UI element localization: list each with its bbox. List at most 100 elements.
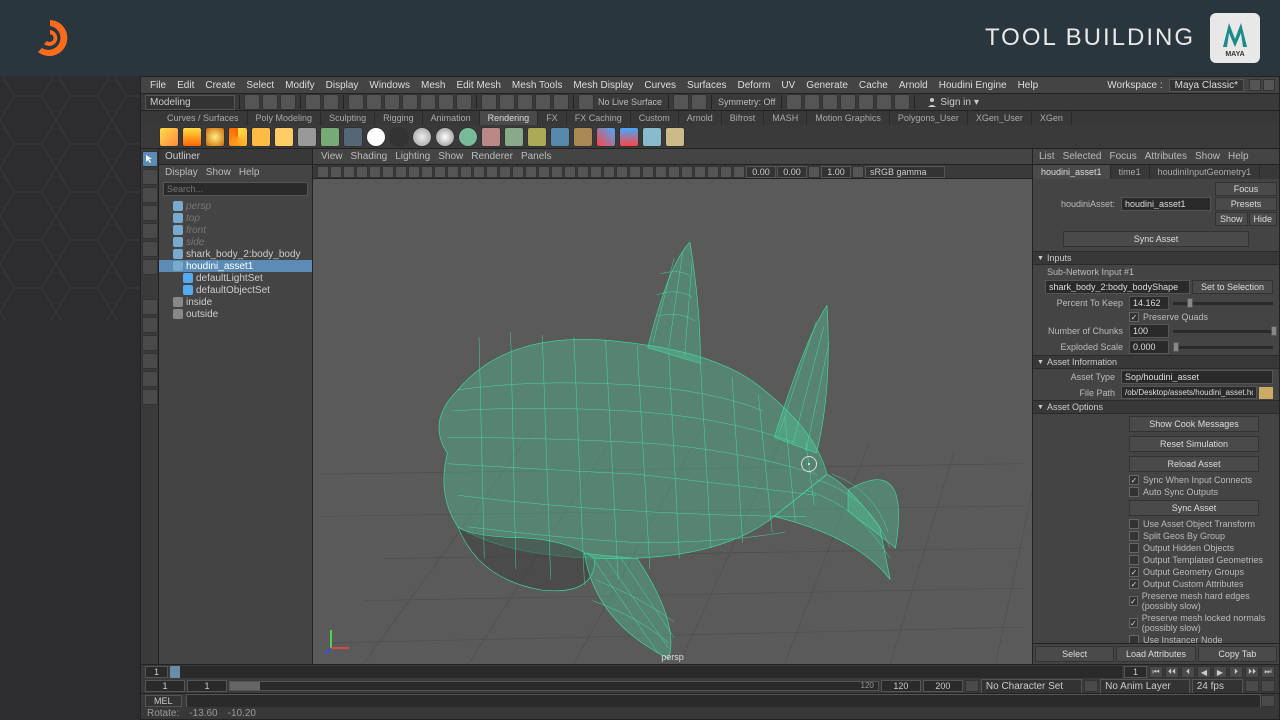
rewind-button[interactable]: ⏮ — [1149, 666, 1163, 678]
signin-button[interactable]: Sign in▾ — [919, 97, 987, 108]
vp-near-clip[interactable]: 0.00 — [746, 166, 776, 178]
range-end-inner[interactable]: 120 — [881, 680, 921, 692]
vp-menu-item[interactable]: Panels — [521, 151, 552, 162]
script-lang-selector[interactable]: MEL — [145, 695, 182, 707]
vp-menu-item[interactable]: Show — [438, 151, 463, 162]
ipr-icon[interactable] — [804, 94, 820, 110]
outliner-search[interactable] — [163, 182, 308, 196]
checkbox[interactable]: ✓ — [1129, 618, 1138, 628]
file-path-field[interactable] — [1121, 386, 1257, 399]
outliner-item[interactable]: inside — [159, 296, 312, 308]
range-end-outer[interactable]: 200 — [923, 680, 963, 692]
render-icon[interactable] — [786, 94, 802, 110]
time-current-end[interactable]: 1 — [1124, 666, 1147, 678]
outliner-item[interactable]: defaultLightSet — [159, 272, 312, 284]
render-sequence-icon[interactable] — [343, 127, 363, 147]
presets-button[interactable]: Presets — [1215, 197, 1277, 211]
hide-button[interactable]: Hide — [1249, 212, 1278, 226]
file-texture-icon[interactable] — [642, 127, 662, 147]
step-fwd-button[interactable]: ⏵⏵ — [1245, 666, 1259, 678]
shading-map-icon[interactable] — [527, 127, 547, 147]
attr-menu-item[interactable]: Attributes — [1145, 151, 1187, 162]
select-tool[interactable] — [142, 151, 158, 167]
vp-icon[interactable] — [499, 166, 511, 178]
sync-asset-small-button[interactable]: Sync Asset — [1129, 500, 1259, 516]
attr-menu-item[interactable]: Selected — [1063, 151, 1102, 162]
vp-icon[interactable] — [408, 166, 420, 178]
range-start-inner[interactable]: 1 — [187, 680, 227, 692]
layout-single[interactable] — [142, 299, 158, 315]
vp-icon[interactable] — [343, 166, 355, 178]
open-scene-icon[interactable] — [262, 94, 278, 110]
layer-icon[interactable] — [1084, 680, 1098, 692]
menu-item[interactable]: Select — [241, 80, 279, 91]
playblast-icon[interactable] — [876, 94, 892, 110]
outliner-menu-item[interactable]: Help — [239, 167, 260, 178]
point-light-icon[interactable] — [205, 127, 225, 147]
outliner-item[interactable]: houdini_asset1 — [159, 260, 312, 272]
attr-tab[interactable]: time1 — [1111, 165, 1150, 179]
time-current[interactable]: 1 — [145, 666, 168, 678]
area-light-icon[interactable] — [251, 127, 271, 147]
time-ruler[interactable] — [170, 666, 1122, 678]
snap-live-icon[interactable] — [553, 94, 569, 110]
select-hierarchy-icon[interactable] — [384, 94, 400, 110]
shelf-tab[interactable]: XGen — [1032, 111, 1072, 125]
menu-item[interactable]: Mesh Tools — [507, 80, 567, 91]
vp-icon[interactable] — [808, 166, 820, 178]
vp-icon[interactable] — [395, 166, 407, 178]
layered-shader-icon[interactable] — [481, 127, 501, 147]
animlayer-selector[interactable]: No Anim Layer — [1100, 679, 1190, 694]
lasso-tool[interactable] — [142, 169, 158, 185]
shelf-tab[interactable]: Custom — [631, 111, 679, 125]
texture-2d-icon[interactable] — [619, 127, 639, 147]
vp-icon[interactable] — [551, 166, 563, 178]
vp-icon[interactable] — [382, 166, 394, 178]
ws-icon[interactable] — [1263, 79, 1275, 91]
layout-outliner[interactable] — [142, 389, 158, 405]
outliner-menu-item[interactable]: Show — [206, 167, 231, 178]
vp-icon[interactable] — [642, 166, 654, 178]
menu-item[interactable]: Windows — [364, 80, 415, 91]
vp-icon[interactable] — [852, 166, 864, 178]
prev-key-button[interactable]: ⏴ — [1181, 666, 1195, 678]
range-slider[interactable]: 120 — [229, 681, 879, 691]
history-icon[interactable] — [691, 94, 707, 110]
input-geo-field[interactable] — [1045, 280, 1190, 294]
section-asset-info[interactable]: Asset Information — [1033, 355, 1279, 369]
shelf-tab[interactable]: FX Caching — [567, 111, 631, 125]
menu-item[interactable]: Edit Mesh — [451, 80, 505, 91]
folder-icon[interactable] — [1259, 387, 1273, 399]
attr-tab[interactable]: houdiniInputGeometry1 — [1150, 165, 1261, 179]
menu-item[interactable]: Surfaces — [682, 80, 731, 91]
outliner-item[interactable]: top — [159, 212, 312, 224]
construction-history-icon[interactable] — [673, 94, 689, 110]
menu-item[interactable]: Create — [200, 80, 240, 91]
load-attributes-button[interactable]: Load Attributes — [1116, 646, 1195, 662]
menu-item[interactable]: Deform — [733, 80, 776, 91]
autokey-button[interactable] — [1245, 680, 1259, 692]
play-fwd-button[interactable]: ▶ — [1213, 666, 1227, 678]
undo-icon[interactable] — [305, 94, 321, 110]
vp-menu-item[interactable]: Shading — [351, 151, 388, 162]
new-scene-icon[interactable] — [244, 94, 260, 110]
menu-item[interactable]: Arnold — [894, 80, 933, 91]
menu-item[interactable]: Cache — [854, 80, 893, 91]
layout-two-stacked[interactable] — [142, 335, 158, 351]
vp-icon[interactable] — [694, 166, 706, 178]
vp-icon[interactable] — [356, 166, 368, 178]
light-editor-icon[interactable] — [665, 127, 685, 147]
set-to-selection-button[interactable]: Set to Selection — [1192, 280, 1273, 294]
move-tool[interactable] — [142, 205, 158, 221]
save-scene-icon[interactable] — [280, 94, 296, 110]
vp-icon[interactable] — [681, 166, 693, 178]
viewport-3d[interactable]: persp — [313, 179, 1032, 664]
menu-item[interactable]: Help — [1013, 80, 1044, 91]
checkbox[interactable] — [1129, 543, 1139, 553]
vp-menu-item[interactable]: Renderer — [471, 151, 513, 162]
menu-item[interactable]: Mesh Display — [568, 80, 638, 91]
vp-icon[interactable] — [668, 166, 680, 178]
vp-far-clip[interactable]: 0.00 — [777, 166, 807, 178]
vp-icon[interactable] — [317, 166, 329, 178]
layout-four[interactable] — [142, 317, 158, 333]
